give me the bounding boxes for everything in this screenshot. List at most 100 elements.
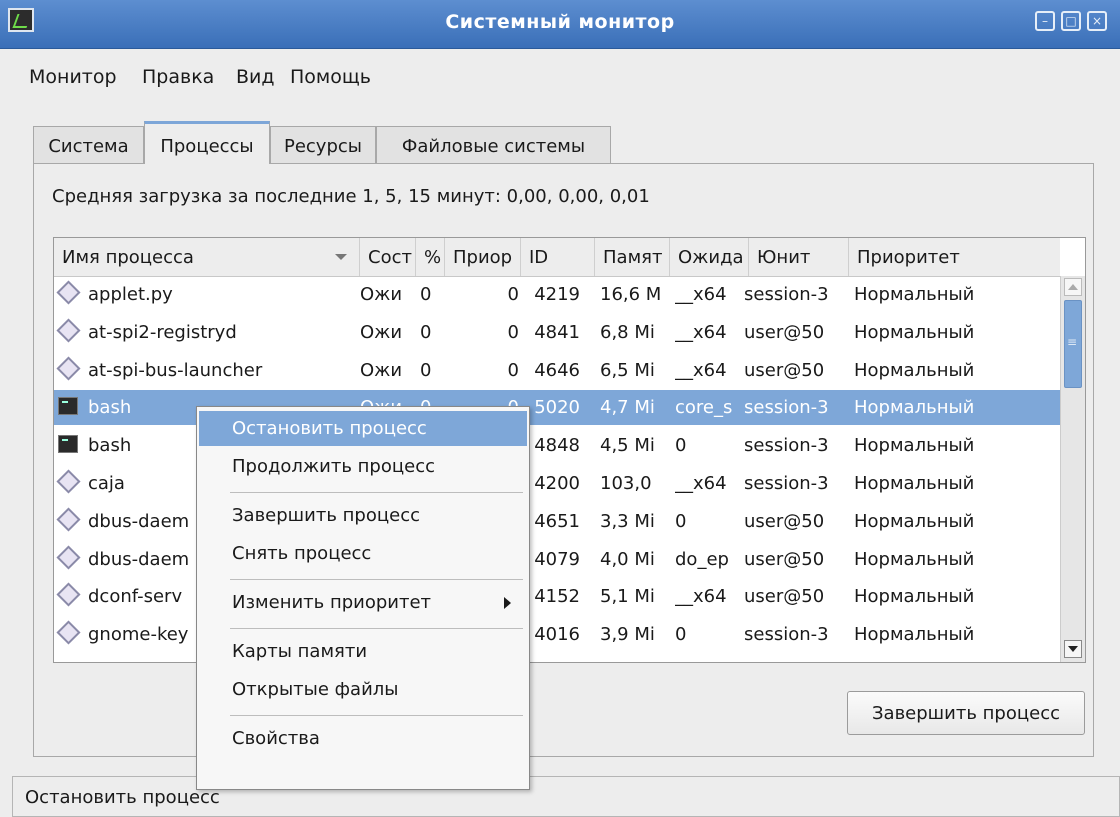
context-menu-item[interactable]: Остановить процесс — [199, 411, 527, 446]
cell-unit: session-3 — [744, 397, 829, 419]
cell-unit: user@50 — [744, 586, 825, 608]
cell-prio: Нормальный — [854, 586, 975, 608]
process-icon — [56, 545, 81, 570]
cell-prio: Нормальный — [854, 624, 975, 646]
menu-edit[interactable]: Правка — [142, 66, 214, 88]
context-menu-item[interactable]: Снять процесс — [199, 536, 527, 571]
column-header-memory[interactable]: Памят — [595, 238, 670, 276]
cell-cpu: 0 — [420, 359, 432, 381]
cell-wait: 0 — [675, 435, 687, 457]
context-menu-item[interactable]: Завершить процесс — [199, 498, 527, 533]
status-text: Остановить процесс — [25, 787, 220, 808]
tab-filesystems[interactable]: Файловые системы — [376, 126, 611, 164]
scroll-up-icon[interactable] — [1064, 278, 1082, 296]
cell-id: 4848 — [534, 435, 580, 457]
menu-view[interactable]: Вид — [236, 66, 275, 88]
cell-unit: user@50 — [744, 359, 825, 381]
column-header-waiting[interactable]: Ожида — [670, 238, 749, 276]
cell-prio: Нормальный — [854, 284, 975, 305]
cell-id: 4152 — [534, 586, 580, 608]
process-icon — [56, 582, 81, 607]
context-menu-item[interactable]: Свойства — [199, 721, 527, 756]
process-name-cell: applet.py — [88, 284, 173, 305]
table-row[interactable]: applet.py Ожи 0 0 4219 16,6 M __x64 session-3 Но… — [54, 277, 1060, 312]
cell-wait: __x64 — [675, 473, 727, 494]
context-menu-item[interactable]: Изменить приоритет — [199, 585, 527, 620]
cell-mem: 3,3 Mi — [600, 510, 655, 532]
close-icon[interactable]: × — [1087, 11, 1107, 31]
scroll-down-icon[interactable] — [1064, 640, 1082, 658]
cell-unit: session-3 — [744, 435, 829, 457]
column-header-nice[interactable]: Приор — [445, 238, 521, 276]
cell-prio: Нормальный — [854, 397, 975, 419]
cell-cpu: 0 — [420, 321, 432, 343]
menu-help[interactable]: Помощь — [290, 66, 371, 88]
process-icon — [56, 620, 81, 645]
scroll-thumb[interactable] — [1064, 300, 1082, 388]
cell-id: 4646 — [534, 359, 580, 381]
context-menu-item[interactable]: Открытые файлы — [199, 672, 527, 707]
maximize-icon[interactable]: □ — [1061, 11, 1081, 31]
cell-prio: Нормальный — [854, 510, 975, 532]
vertical-scrollbar[interactable] — [1060, 276, 1085, 662]
window-title: Системный монитор — [445, 11, 675, 33]
tab-processes[interactable]: Процессы — [144, 121, 270, 164]
status-bar: Остановить процесс — [12, 776, 1120, 817]
context-menu-item[interactable]: Карты памяти — [199, 634, 527, 669]
cell-wait: core_s — [675, 397, 733, 419]
cell-nice: 0 — [507, 284, 519, 305]
process-icon — [56, 469, 81, 494]
submenu-arrow-icon — [504, 597, 511, 609]
column-header-cpu[interactable]: % — [416, 238, 445, 276]
title-bar[interactable]: Системный монитор – □ × — [0, 0, 1120, 49]
context-menu-item[interactable]: Продолжить процесс — [199, 449, 527, 484]
process-name-cell: at-spi-bus-launcher — [88, 359, 263, 381]
cell-prio: Нормальный — [854, 321, 975, 343]
column-header-name[interactable]: Имя процесса — [54, 238, 360, 276]
process-icon — [56, 280, 81, 305]
menu-monitor[interactable]: Монитор — [29, 66, 117, 88]
tab-resources[interactable]: Ресурсы — [270, 126, 376, 164]
cell-nice: 0 — [507, 359, 519, 381]
cell-unit: user@50 — [744, 321, 825, 343]
cell-wait: 0 — [675, 624, 687, 646]
cell-prio: Нормальный — [854, 473, 975, 494]
cell-mem: 6,8 Mi — [600, 321, 655, 343]
cell-id: 4200 — [534, 473, 580, 494]
column-header-state[interactable]: Сост — [360, 238, 416, 276]
menu-bar: Монитор Правка Вид Помощь — [0, 52, 1120, 96]
column-header-unit[interactable]: Юнит — [749, 238, 849, 276]
menu-separator — [230, 492, 523, 493]
process-name-cell: at-spi2-registryd — [88, 321, 237, 343]
cell-unit: session-3 — [744, 624, 829, 646]
minimize-icon[interactable]: – — [1035, 11, 1055, 31]
cell-wait: do_ep — [675, 548, 729, 570]
load-average-label: Средняя загрузка за последние 1, 5, 15 м… — [52, 186, 650, 207]
cell-wait: __x64 — [675, 586, 727, 608]
cell-wait: __x64 — [675, 321, 727, 343]
cell-wait: __x64 — [675, 359, 727, 381]
cell-unit: session-3 — [744, 284, 829, 305]
cell-mem: 3,9 Mi — [600, 624, 655, 646]
column-header-priority[interactable]: Приоритет — [849, 238, 1060, 276]
cell-id: 4079 — [534, 548, 580, 570]
table-row[interactable]: at-spi-bus-launcher Ожи 0 0 4646 6,5 Mi __x64 u… — [54, 353, 1060, 388]
cell-mem: 4,7 Mi — [600, 397, 655, 419]
menu-separator — [230, 628, 523, 629]
sort-descending-icon — [335, 254, 347, 260]
table-row[interactable]: at-spi2-registryd Ожи 0 0 4841 6,8 Mi __x64 use… — [54, 315, 1060, 350]
cell-id: 4016 — [534, 624, 580, 646]
cell-mem: 16,6 M — [600, 284, 662, 305]
menu-separator — [230, 579, 523, 580]
cell-mem: 4,5 Mi — [600, 435, 655, 457]
terminal-icon — [58, 397, 78, 416]
column-header-id[interactable]: ID — [521, 238, 595, 276]
cell-cpu: 0 — [420, 284, 432, 305]
cell-id: 5020 — [534, 397, 580, 419]
process-icon — [56, 356, 81, 381]
end-process-button[interactable]: Завершить процесс — [847, 691, 1085, 735]
cell-wait: 0 — [675, 510, 687, 532]
column-header-name-label: Имя процесса — [62, 247, 194, 268]
tab-system[interactable]: Система — [33, 126, 144, 164]
cell-unit: user@50 — [744, 510, 825, 532]
